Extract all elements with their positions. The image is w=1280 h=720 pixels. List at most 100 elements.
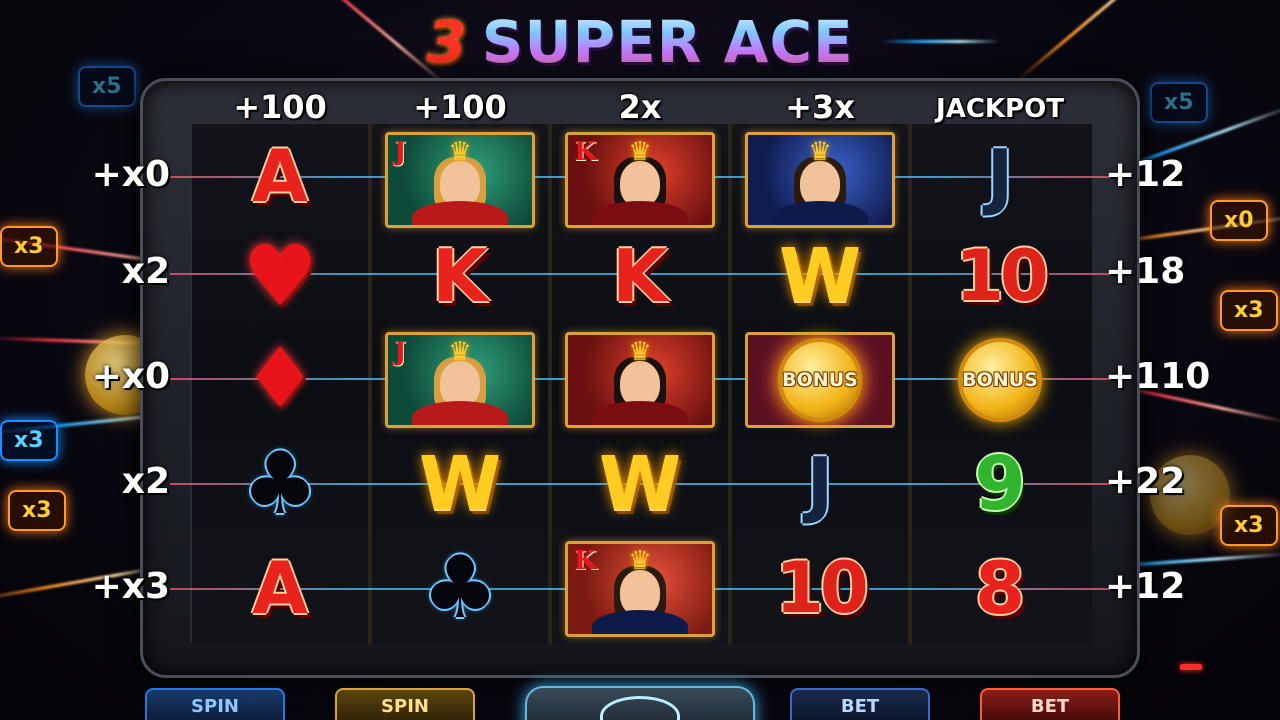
reel-4-header: +3x	[785, 88, 855, 126]
symbol-ace: A	[205, 540, 355, 636]
symbol-eight: 8	[925, 540, 1075, 636]
card-corner-letter: J	[394, 337, 407, 367]
symbol-club: ♣	[205, 436, 355, 532]
symbol-wild-text: W	[419, 441, 501, 527]
crown-icon: ♛	[628, 137, 652, 167]
symbol-bonus: BONUS	[925, 332, 1075, 428]
crown-icon: ♛	[628, 546, 652, 576]
crown-icon: ♛	[448, 137, 472, 167]
symbol-diamond: ♦	[205, 330, 355, 426]
reel-1-header: +100	[233, 88, 327, 126]
right-multiplier-5: +12	[1105, 566, 1186, 607]
right-multiplier-3: +110	[1105, 356, 1211, 397]
symbol-jack: J	[745, 436, 895, 532]
jackpot-header: JACKPOT	[936, 94, 1064, 124]
queen-card: ♛	[565, 332, 715, 428]
left-multiplier-5: +x3	[91, 566, 170, 607]
bonus-card: BONUS	[745, 332, 895, 428]
bonus-coin-icon: BONUS	[958, 338, 1042, 422]
symbol-king-card: ♛	[745, 132, 895, 228]
side-badge-x5: x5	[1150, 82, 1208, 123]
indicator-light	[1180, 664, 1202, 670]
queen-robe	[592, 401, 688, 425]
symbol-wild-text: W	[599, 441, 681, 527]
jack-card: ♛ J	[385, 132, 535, 228]
symbol-ten: 10	[925, 228, 1075, 324]
left-multiplier-2: x2	[121, 251, 170, 292]
bonus-coin-icon: BONUS	[778, 338, 862, 422]
symbol-nine: 9	[925, 436, 1075, 532]
side-badge-x3: x3	[1220, 505, 1278, 546]
right-multiplier-1: +12	[1105, 154, 1186, 195]
bonus-label: BONUS	[962, 369, 1038, 391]
symbol-ten: 10	[745, 540, 895, 636]
right-multiplier-4: +22	[1105, 461, 1186, 502]
symbol-jack-card: ♛ J	[385, 332, 535, 428]
symbol-nine-text: 9	[974, 441, 1026, 527]
card-corner-letter: K	[574, 546, 597, 576]
symbol-jack-text: J	[806, 442, 834, 526]
side-badge-x3: x3	[1220, 290, 1278, 331]
king-robe	[772, 201, 868, 225]
symbol-queen-card: ♛	[565, 332, 715, 428]
symbol-jack: J	[925, 128, 1075, 224]
center-control-pad[interactable]	[525, 686, 755, 720]
card-corner-letter: K	[574, 137, 597, 167]
symbol-ace-text: A	[252, 134, 308, 218]
bonus-coin: BONUS	[925, 332, 1075, 428]
symbol-queen-card: ♛ K	[565, 132, 715, 228]
crown-icon: ♛	[808, 137, 832, 167]
crown-icon: ♛	[628, 337, 652, 367]
symbol-wild-text: W	[779, 233, 861, 319]
left-multiplier-1: +x0	[91, 154, 170, 195]
symbol-eight-text: 8	[974, 546, 1026, 630]
club-icon: ♣	[421, 538, 499, 638]
spin-button-gold[interactable]: SPIN	[335, 688, 475, 720]
king-robe	[592, 610, 688, 634]
left-multiplier-3: +x0	[91, 356, 170, 397]
title-number: 3	[426, 8, 468, 76]
symbol-jack-card: ♛ J	[385, 132, 535, 228]
card-corner-letter: J	[394, 137, 407, 167]
bet-button[interactable]: BET	[790, 688, 930, 720]
symbol-king-text: K	[612, 234, 668, 318]
left-multiplier-4: x2	[121, 461, 170, 502]
game-title: 3 SUPER ACE	[0, 8, 1280, 76]
symbol-wild: W	[565, 436, 715, 532]
jack-robe	[412, 401, 508, 425]
symbol-ten-text: 10	[775, 547, 868, 629]
diamond-icon: ♦	[242, 329, 318, 427]
symbol-wild: W	[745, 228, 895, 324]
symbol-king: K	[565, 228, 715, 324]
jack-card: ♛ J	[385, 332, 535, 428]
bonus-label: BONUS	[782, 369, 858, 391]
side-badge-x0: x0	[1210, 200, 1268, 241]
title-text: SUPER ACE	[481, 8, 854, 76]
heart-icon: ♥	[242, 227, 318, 325]
symbol-king-text: K	[432, 234, 488, 318]
king-card: ♛ K	[565, 541, 715, 637]
symbol-king: K	[385, 228, 535, 324]
symbol-king-card: ♛ K	[565, 541, 715, 637]
symbol-club: ♣	[385, 540, 535, 636]
side-badge-x3: x3	[0, 420, 58, 461]
symbol-jack-text: J	[986, 134, 1014, 218]
symbol-ten-text: 10	[955, 235, 1048, 317]
symbol-ace-text: A	[252, 546, 308, 630]
queen-robe	[592, 201, 688, 225]
spin-button[interactable]: SPIN	[145, 688, 285, 720]
jack-robe	[412, 201, 508, 225]
symbol-bonus: BONUS	[745, 332, 895, 428]
center-ring-icon	[600, 696, 680, 720]
right-multiplier-2: +18	[1105, 251, 1186, 292]
symbol-heart: ♥	[205, 228, 355, 324]
queen-card: ♛ K	[565, 132, 715, 228]
king-card: ♛	[745, 132, 895, 228]
symbol-wild: W	[385, 436, 535, 532]
bet-button-red[interactable]: BET	[980, 688, 1120, 720]
club-icon: ♣	[241, 434, 319, 534]
reel-2-header: +100	[413, 88, 507, 126]
crown-icon: ♛	[448, 337, 472, 367]
reel-3-header: 2x	[618, 88, 662, 126]
symbol-ace: A	[205, 128, 355, 224]
